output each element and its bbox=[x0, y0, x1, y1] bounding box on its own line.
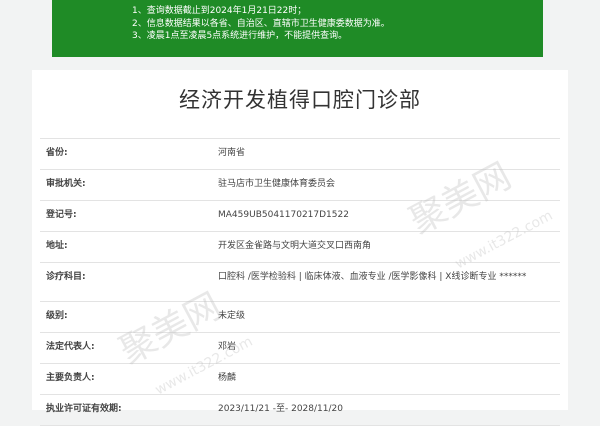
value-legal-representative: 邓岩 bbox=[218, 342, 237, 352]
label-registration-number: 登记号: bbox=[46, 210, 77, 220]
label-address: 地址: bbox=[46, 241, 68, 251]
row-registration-number: 登记号: MA459UB5041170217D1522 bbox=[40, 201, 560, 232]
label-departments: 诊疗科目: bbox=[46, 272, 86, 282]
label-approval-authority: 审批机关: bbox=[46, 179, 86, 189]
label-legal-representative: 法定代表人: bbox=[46, 342, 95, 352]
value-departments: 口腔科 /医学检验科 | 临床体液、血液专业 /医学影像科 | X线诊断专业 *… bbox=[218, 272, 527, 282]
row-level: 级别: 未定级 bbox=[40, 302, 560, 333]
notice-line-1: 1、查询数据截止到2024年1月21日22时； bbox=[132, 6, 307, 16]
row-address: 地址: 开发区金雀路与文明大道交叉口西南角 bbox=[40, 232, 560, 263]
value-province: 河南省 bbox=[218, 148, 246, 158]
label-province: 省份: bbox=[46, 148, 68, 158]
value-approval-authority: 驻马店市卫生健康体育委员会 bbox=[218, 179, 336, 189]
row-approval-authority: 审批机关: 驻马店市卫生健康体育委员会 bbox=[40, 170, 560, 201]
row-province: 省份: 河南省 bbox=[40, 139, 560, 170]
page-title: 经济开发植得口腔门诊部 bbox=[179, 88, 421, 112]
label-principal: 主要负责人: bbox=[46, 373, 95, 383]
row-license-validity: 执业许可证有效期: 2023/11/21 -至- 2028/11/20 bbox=[40, 395, 560, 426]
value-registration-number: MA459UB5041170217D1522 bbox=[218, 210, 349, 220]
value-address: 开发区金雀路与文明大道交叉口西南角 bbox=[218, 241, 372, 251]
notice-banner: 1、查询数据截止到2024年1月21日22时； 2、信息数据结果以各省、自治区、… bbox=[52, 0, 543, 57]
notice-line-2: 2、信息数据结果以各省、自治区、直辖市卫生健康委数据为准。 bbox=[132, 18, 390, 29]
label-level: 级别: bbox=[46, 311, 68, 321]
notice-line-3: 3、凌晨1点至凌晨5点系统进行维护，不能提供查询。 bbox=[132, 31, 348, 41]
value-principal: 杨麟 bbox=[218, 373, 237, 383]
value-level: 未定级 bbox=[218, 311, 246, 321]
info-table: 省份: 河南省 审批机关: 驻马店市卫生健康体育委员会 登记号: MA459UB… bbox=[40, 138, 560, 426]
row-legal-representative: 法定代表人: 邓岩 bbox=[40, 333, 560, 364]
row-principal: 主要负责人: 杨麟 bbox=[40, 364, 560, 395]
row-departments: 诊疗科目: 口腔科 /医学检验科 | 临床体液、血液专业 /医学影像科 | X线… bbox=[40, 263, 560, 302]
